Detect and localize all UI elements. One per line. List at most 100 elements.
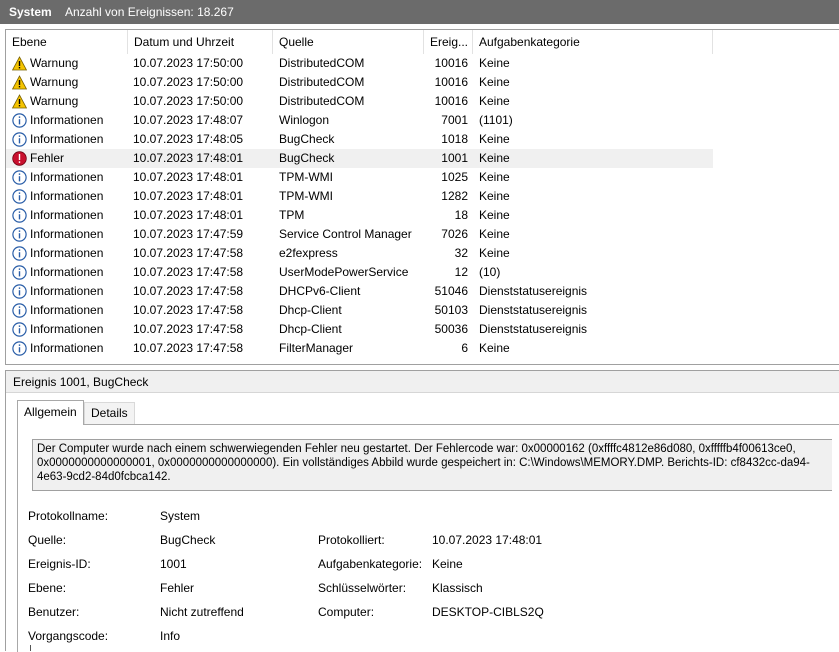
- event-level: Informationen: [30, 208, 104, 222]
- detail-title: Ereignis 1001, BugCheck: [13, 375, 149, 389]
- event-level: Informationen: [30, 303, 104, 317]
- column-header-source[interactable]: Quelle: [273, 30, 424, 54]
- event-id: 18: [454, 208, 468, 222]
- event-list[interactable]: Ebene Datum und Uhrzeit Quelle Ereig... …: [5, 29, 839, 365]
- event-row[interactable]: Informationen 10.07.2023 17:48:01 TPM-WMI 1…: [6, 168, 839, 187]
- event-category: Dienststatusereignis: [479, 303, 588, 317]
- event-row[interactable]: Informationen 10.07.2023 17:47:58 Dhcp-Cli…: [6, 320, 839, 339]
- event-source: e2fexpress: [279, 246, 338, 260]
- event-description[interactable]: Der Computer wurde nach einem schwerwieg…: [32, 439, 832, 491]
- log-name: System: [9, 5, 52, 19]
- event-level: Informationen: [30, 132, 104, 146]
- event-row[interactable]: Informationen 10.07.2023 17:48:05 BugCheck…: [6, 130, 839, 149]
- event-datetime: 10.07.2023 17:48:01: [133, 189, 244, 203]
- event-datetime: 10.07.2023 17:48:01: [133, 151, 244, 165]
- text-caret: [30, 645, 31, 651]
- label-protokollname: Protokollname:: [28, 509, 109, 523]
- event-datetime: 10.07.2023 17:50:00: [133, 75, 244, 89]
- event-row[interactable]: Informationen 10.07.2023 17:47:58 DHCPv6-C…: [6, 282, 839, 301]
- value-protokolliert[interactable]: 10.07.2023 17:48:01: [432, 533, 542, 547]
- event-level: Informationen: [30, 284, 104, 298]
- event-source: BugCheck: [279, 151, 335, 165]
- value-schluesselwoerter[interactable]: Klassisch: [432, 581, 483, 595]
- value-quelle[interactable]: BugCheck: [160, 533, 215, 547]
- event-source: DistributedCOM: [279, 56, 365, 70]
- info-icon: [12, 246, 27, 261]
- event-row[interactable]: Warnung 10.07.2023 17:50:00 DistributedCOM…: [6, 92, 839, 111]
- event-category: Keine: [479, 170, 510, 184]
- event-datetime: 10.07.2023 17:50:00: [133, 94, 244, 108]
- event-row[interactable]: Warnung 10.07.2023 17:50:00 DistributedCOM…: [6, 73, 839, 92]
- event-detail-pane: Ereignis 1001, BugCheck Allgemein Detail…: [5, 370, 839, 652]
- event-row[interactable]: Informationen 10.07.2023 17:47:58 UserMode…: [6, 263, 839, 282]
- warning-icon: [12, 75, 27, 90]
- event-row[interactable]: Informationen 10.07.2023 17:47:58 FilterMa…: [6, 339, 839, 358]
- event-category: Dienststatusereignis: [479, 284, 588, 298]
- event-row[interactable]: Informationen 10.07.2023 17:47:58 Dhcp-Cli…: [6, 301, 839, 320]
- event-id: 50103: [434, 303, 468, 317]
- value-computer[interactable]: DESKTOP-CIBLS2Q: [432, 605, 544, 619]
- column-header-row: Ebene Datum und Uhrzeit Quelle Ereig... …: [6, 30, 839, 54]
- event-category: Dienststatusereignis: [479, 322, 588, 336]
- warning-icon: [12, 94, 27, 109]
- value-protokollname[interactable]: System: [160, 509, 200, 523]
- event-datetime: 10.07.2023 17:48:07: [133, 113, 244, 127]
- event-source: Dhcp-Client: [279, 322, 342, 336]
- info-icon: [12, 189, 27, 204]
- event-datetime: 10.07.2023 17:47:58: [133, 341, 244, 355]
- label-ebene: Ebene:: [28, 581, 67, 595]
- warning-icon: [12, 56, 27, 71]
- event-id: 6: [461, 341, 468, 355]
- event-source: UserModePowerService: [279, 265, 409, 279]
- column-header-category[interactable]: Aufgabenkategorie: [473, 30, 713, 54]
- event-source: TPM-WMI: [279, 170, 333, 184]
- event-row[interactable]: Informationen 10.07.2023 17:47:59 Service …: [6, 225, 839, 244]
- label-aufgabenkategorie: Aufgabenkategorie:: [318, 557, 423, 571]
- event-id: 10016: [434, 56, 468, 70]
- event-source: BugCheck: [279, 132, 335, 146]
- event-category: Keine: [479, 246, 510, 260]
- value-ebene[interactable]: Fehler: [160, 581, 194, 595]
- tab-allgemein[interactable]: Allgemein: [17, 400, 84, 425]
- column-header-level[interactable]: Ebene: [6, 30, 128, 54]
- event-datetime: 10.07.2023 17:47:58: [133, 322, 244, 336]
- event-level: Warnung: [30, 94, 79, 108]
- info-icon: [12, 132, 27, 147]
- info-icon: [12, 170, 27, 185]
- label-computer: Computer:: [318, 605, 375, 619]
- label-quelle: Quelle:: [28, 533, 67, 547]
- event-id: 10016: [434, 75, 468, 89]
- event-category: Keine: [479, 227, 510, 241]
- event-row[interactable]: Warnung 10.07.2023 17:50:00 DistributedCOM…: [6, 54, 839, 73]
- event-source: Dhcp-Client: [279, 303, 342, 317]
- event-source: TPM-WMI: [279, 189, 333, 203]
- value-benutzer[interactable]: Nicht zutreffend: [160, 605, 244, 619]
- event-id: 7001: [441, 113, 468, 127]
- value-ereignis-id[interactable]: 1001: [160, 557, 187, 571]
- value-vorgangscode[interactable]: Info: [160, 629, 180, 643]
- event-datetime: 10.07.2023 17:48:01: [133, 208, 244, 222]
- event-source: TPM: [279, 208, 305, 222]
- event-row[interactable]: Informationen 10.07.2023 17:47:58 e2fexpre…: [6, 244, 839, 263]
- event-row[interactable]: Informationen 10.07.2023 17:48:07 Winlogon…: [6, 111, 839, 130]
- event-row[interactable]: Fehler 10.07.2023 17:48:01 BugCheck 1001 Kei…: [6, 149, 839, 168]
- event-id: 12: [454, 265, 468, 279]
- label-schluesselwoerter: Schlüsselwörter:: [318, 581, 407, 595]
- event-row[interactable]: Informationen 10.07.2023 17:48:01 TPM 18 Kei…: [6, 206, 839, 225]
- info-icon: [12, 208, 27, 223]
- event-datetime: 10.07.2023 17:47:58: [133, 284, 244, 298]
- event-level: Informationen: [30, 341, 104, 355]
- event-category: Keine: [479, 208, 510, 222]
- value-aufgabenkategorie[interactable]: Keine: [432, 557, 463, 571]
- event-row[interactable]: Informationen 10.07.2023 17:48:01 TPM-WMI 1…: [6, 187, 839, 206]
- column-header-event-id[interactable]: Ereig...: [424, 30, 473, 54]
- column-header-datetime[interactable]: Datum und Uhrzeit: [128, 30, 273, 54]
- event-count: Anzahl von Ereignissen: 18.267: [65, 5, 234, 19]
- event-datetime: 10.07.2023 17:48:01: [133, 170, 244, 184]
- tab-details[interactable]: Details: [84, 402, 135, 424]
- event-category: (1101): [479, 113, 513, 127]
- event-id: 50036: [434, 322, 468, 336]
- event-source: Winlogon: [279, 113, 330, 127]
- event-category: Keine: [479, 56, 510, 70]
- event-level: Informationen: [30, 322, 104, 336]
